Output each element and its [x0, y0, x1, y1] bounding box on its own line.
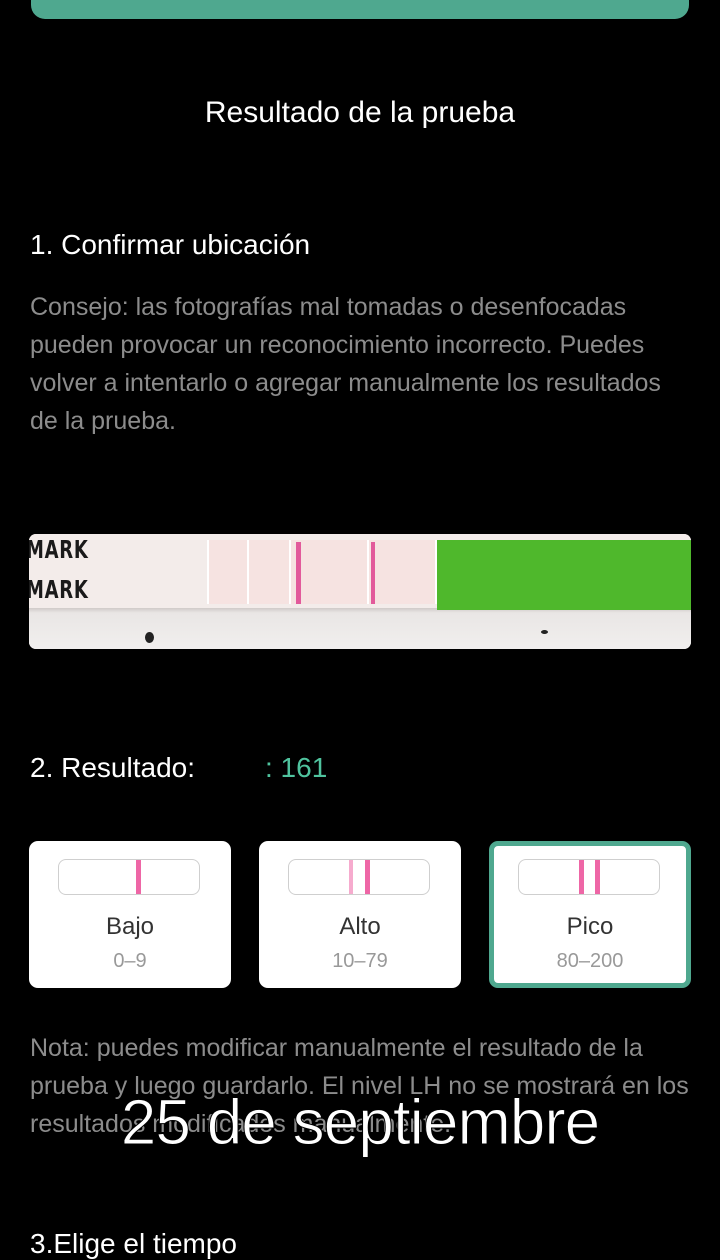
level-name: Alto	[339, 913, 381, 940]
step1-heading: 1. Confirmar ubicación	[30, 229, 311, 260]
level-range: 0–9	[113, 950, 147, 972]
date-overlay: 25 de septiembre	[120, 1086, 601, 1159]
level-card-bajo[interactable]: Bajo 0–9	[29, 841, 231, 988]
step3-heading: 3.Elige el tiempo	[30, 1228, 238, 1259]
level-name: Bajo	[105, 913, 155, 940]
result-value: : 161	[265, 752, 328, 783]
strip-window-1	[207, 540, 249, 604]
strip-label-bottom: MARK	[29, 575, 89, 604]
strip-window-2	[247, 540, 291, 604]
strip-paper-bottom	[29, 608, 691, 649]
page-title: Resultado de la prueba	[204, 96, 516, 129]
level-range: 80–200	[556, 950, 624, 972]
strip-speck	[145, 632, 154, 643]
mini-strip-icon	[518, 859, 660, 895]
mini-strip-line	[349, 860, 353, 894]
level-name: Pico	[566, 913, 614, 940]
mini-strip-line	[365, 860, 370, 894]
mini-strip-line	[579, 860, 584, 894]
test-line	[296, 542, 301, 604]
level-card-alto[interactable]: Alto 10–79	[259, 841, 461, 988]
strip-absorbent-pad	[437, 540, 691, 610]
result-heading: 2. Resultado:	[30, 752, 195, 783]
strip-window-4	[367, 540, 437, 604]
strip-label-top: MARK	[29, 535, 89, 564]
level-range: 10–79	[332, 950, 388, 972]
strip-speck	[541, 630, 548, 634]
control-line	[371, 542, 375, 604]
test-strip-image: MARK MARK	[29, 534, 691, 649]
level-card-pico[interactable]: Pico 80–200	[489, 841, 691, 988]
mini-strip-line	[136, 860, 141, 894]
strip-window-3	[289, 540, 369, 604]
tip-text: Consejo: las fotografías mal tomadas o d…	[30, 293, 661, 435]
top-action-bar[interactable]	[31, 0, 689, 19]
mini-strip-line	[595, 860, 600, 894]
mini-strip-icon	[58, 859, 200, 895]
mini-strip-icon	[288, 859, 430, 895]
